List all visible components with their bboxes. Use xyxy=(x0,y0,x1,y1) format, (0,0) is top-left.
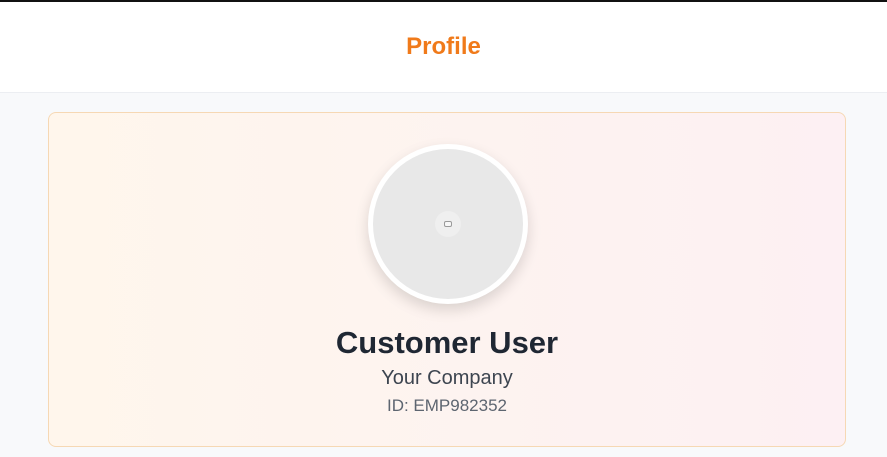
avatar-image xyxy=(373,149,523,299)
image-placeholder-glyph xyxy=(444,221,452,227)
employee-id: ID: EMP982352 xyxy=(386,396,507,415)
profile-card: Customer User Your Company ID: EMP982352 xyxy=(48,112,846,447)
page-title: Profile xyxy=(406,33,481,60)
profile-name: Customer User xyxy=(335,325,559,360)
profile-company: Your Company xyxy=(381,367,513,389)
page-header: Profile xyxy=(0,2,887,93)
avatar[interactable] xyxy=(368,144,528,304)
image-placeholder-icon xyxy=(435,211,461,237)
